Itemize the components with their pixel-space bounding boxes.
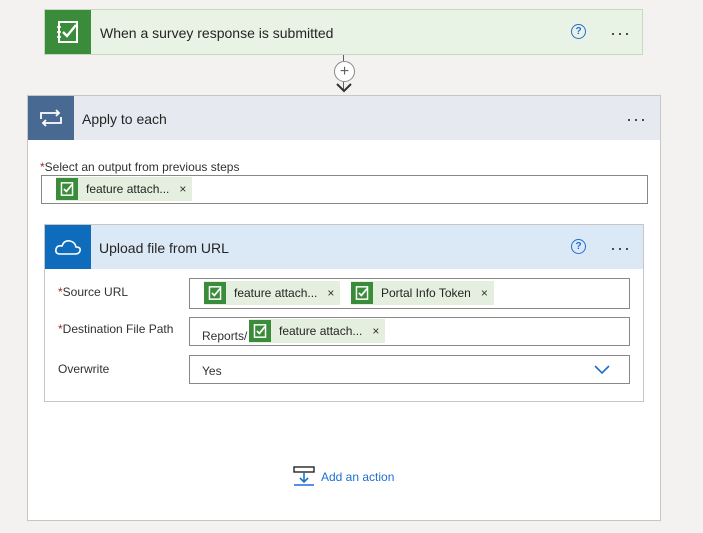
more-options-icon[interactable]: ···	[610, 239, 631, 257]
apply-to-each-title: Apply to each	[82, 111, 167, 127]
remove-token-icon[interactable]: ×	[481, 286, 488, 300]
arrow-down-icon	[336, 83, 352, 93]
trigger-card[interactable]: When a survey response is submitted ? ··…	[44, 9, 643, 55]
dynamic-token[interactable]: feature attach... ×	[204, 281, 341, 305]
token-label: feature attach...	[234, 286, 318, 300]
loop-icon	[28, 96, 74, 140]
output-field[interactable]: feature attach... ×	[41, 175, 648, 204]
overwrite-label: Overwrite	[58, 362, 110, 376]
destination-label: *Destination File Path	[58, 322, 173, 336]
token-label: Portal Info Token	[381, 286, 471, 300]
chevron-down-icon	[594, 365, 610, 375]
add-action-icon	[293, 466, 315, 486]
forms-icon	[45, 10, 91, 54]
forms-icon	[56, 178, 78, 200]
insert-step-button[interactable]: +	[334, 61, 355, 82]
upload-file-title: Upload file from URL	[99, 240, 229, 256]
remove-token-icon[interactable]: ×	[179, 182, 186, 196]
token-label: feature attach...	[279, 324, 363, 338]
destination-label-text: Destination File Path	[62, 322, 174, 336]
forms-icon	[249, 320, 271, 342]
add-action-label: Add an action	[321, 470, 395, 484]
remove-token-icon[interactable]: ×	[372, 324, 379, 338]
add-action-button[interactable]: Add an action	[293, 466, 394, 488]
onedrive-icon	[45, 225, 91, 269]
remove-token-icon[interactable]: ×	[327, 286, 334, 300]
dynamic-token[interactable]: feature attach... ×	[56, 177, 193, 201]
output-label: *Select an output from previous steps	[40, 160, 239, 174]
source-url-field[interactable]: feature attach... × Portal Info Token ×	[189, 278, 630, 309]
source-url-label-text: Source URL	[62, 285, 129, 299]
help-icon[interactable]: ?	[571, 24, 586, 39]
overwrite-value: Yes	[202, 364, 222, 378]
token-label: feature attach...	[86, 182, 170, 196]
output-label-text: Select an output from previous steps	[44, 160, 240, 174]
dynamic-token[interactable]: Portal Info Token ×	[351, 281, 494, 305]
upload-file-header[interactable]: Upload file from URL ? ···	[45, 225, 643, 269]
destination-prefix: Reports/	[202, 329, 248, 343]
source-url-label: *Source URL	[58, 285, 128, 299]
dynamic-token[interactable]: feature attach... ×	[249, 319, 386, 343]
help-icon[interactable]: ?	[571, 239, 586, 254]
apply-to-each-header[interactable]: Apply to each ···	[28, 96, 660, 140]
destination-field[interactable]: Reports/ feature attach... ×	[189, 317, 630, 346]
more-options-icon[interactable]: ···	[626, 110, 647, 128]
trigger-title: When a survey response is submitted	[100, 25, 334, 41]
overwrite-select[interactable]: Yes	[189, 355, 630, 384]
upload-file-card: Upload file from URL ? ··· *Source URL f…	[44, 224, 644, 402]
more-options-icon[interactable]: ···	[610, 24, 631, 42]
forms-icon	[204, 282, 226, 304]
forms-icon	[351, 282, 373, 304]
